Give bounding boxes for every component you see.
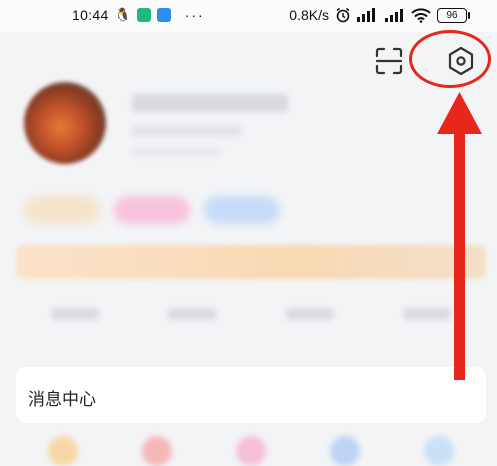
wifi-icon <box>411 7 431 23</box>
shortcut-row <box>16 430 486 466</box>
shortcut-icon-blurred[interactable] <box>142 436 172 466</box>
shortcut-icon-blurred[interactable] <box>330 436 360 466</box>
user-tags <box>24 196 280 224</box>
shield-app-icon <box>136 8 151 22</box>
user-info-blurred <box>132 126 242 136</box>
alarm-icon <box>336 7 350 23</box>
signal-icon <box>385 9 403 22</box>
stat-blurred <box>50 308 99 320</box>
stat-blurred <box>403 308 452 320</box>
shortcut-icon-blurred[interactable] <box>424 436 454 466</box>
shortcut-icon-blurred[interactable] <box>236 436 266 466</box>
tag-blurred <box>114 196 190 224</box>
status-right: 0.8K/s 96 <box>289 7 470 23</box>
tag-blurred <box>24 196 100 224</box>
user-id-blurred <box>132 148 222 156</box>
shortcut-icon-blurred[interactable] <box>48 436 78 466</box>
qq-icon: 🐧 <box>114 7 131 22</box>
stat-blurred <box>285 308 334 320</box>
status-bar: 10:44 🐧 ··· 0.8K/s 96 <box>0 0 497 32</box>
status-time: 10:44 <box>72 7 109 23</box>
battery-icon: 96 <box>437 7 470 23</box>
status-left: 10:44 🐧 ··· <box>72 7 205 23</box>
avatar[interactable] <box>24 82 106 164</box>
more-notifications-icon: ··· <box>184 7 205 23</box>
tag-blurred <box>204 196 280 224</box>
vip-banner-blurred[interactable] <box>16 245 486 279</box>
blue-app-icon <box>156 8 171 22</box>
highlight-ring <box>409 30 491 88</box>
stat-blurred <box>168 308 217 320</box>
network-speed: 0.8K/s <box>289 7 329 23</box>
message-center-item[interactable]: 消息中心 <box>16 367 486 423</box>
scan-icon[interactable] <box>374 46 404 76</box>
signal-hd-icon <box>357 8 375 22</box>
stats-row <box>16 296 486 336</box>
username-blurred <box>132 94 288 112</box>
message-center-label: 消息中心 <box>28 390 96 409</box>
